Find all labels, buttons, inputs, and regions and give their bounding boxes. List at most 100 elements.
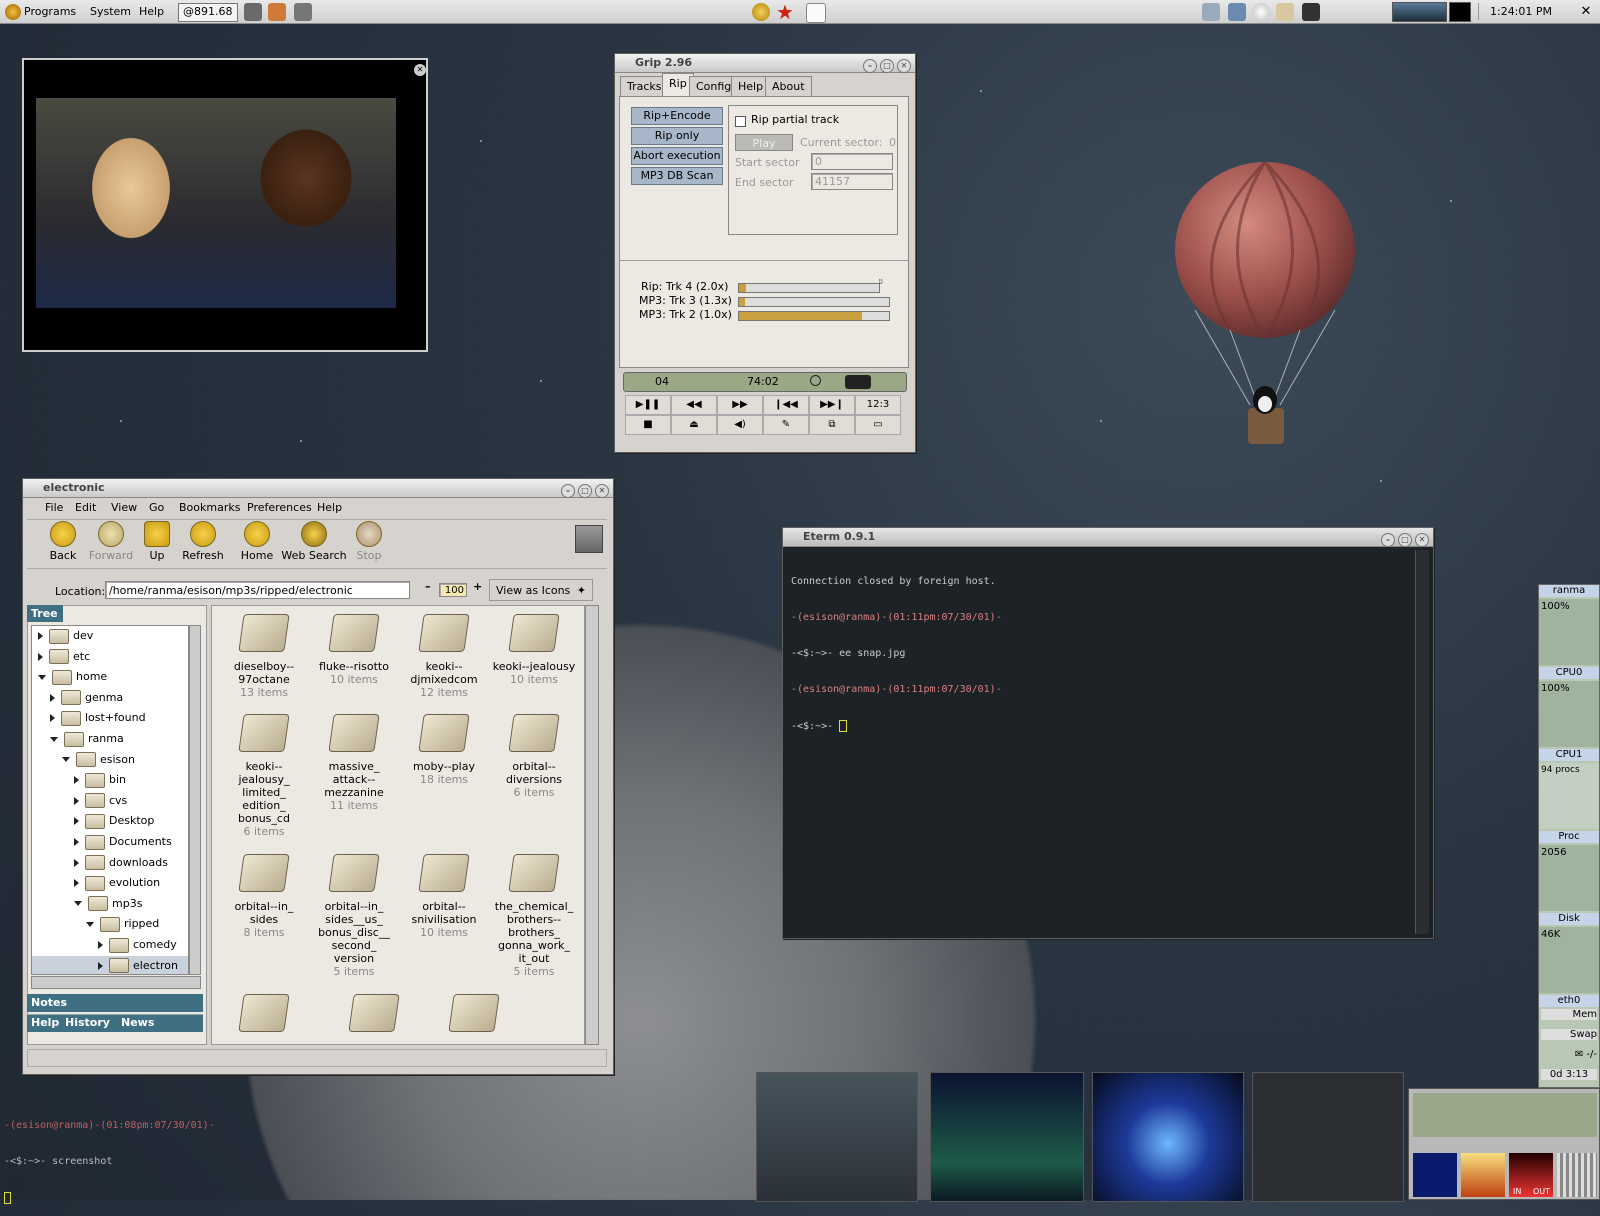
maximize-icon[interactable]: □ xyxy=(578,484,592,498)
clock-tray-icon[interactable] xyxy=(1276,3,1294,21)
folder-item[interactable] xyxy=(428,994,520,1040)
desktop-terminal[interactable]: -(esison@ranma)-(01:08pm:07/30/01)- -<$:… xyxy=(4,1096,304,1204)
prev-track-button[interactable]: ❙◀◀ xyxy=(763,395,809,415)
pager-workspace-2[interactable] xyxy=(1449,2,1471,22)
tree-item[interactable]: etc xyxy=(32,647,90,667)
menu-system[interactable]: System xyxy=(90,3,131,20)
tree-item[interactable]: dev xyxy=(32,626,93,646)
rewind-button[interactable]: ◀◀ xyxy=(671,395,717,415)
zoom-out-button[interactable]: – xyxy=(425,580,431,593)
tree-item[interactable]: comedy xyxy=(32,935,177,955)
workspace-thumb-2[interactable] xyxy=(930,1072,1084,1202)
folder-item[interactable]: massive_ attack-- mezzanine 11 items xyxy=(308,714,400,812)
abort-execution-button[interactable]: Abort execution xyxy=(631,147,723,165)
tree-item[interactable]: ranma xyxy=(32,729,124,749)
gimp-launcher-icon[interactable] xyxy=(294,3,312,21)
history-tab[interactable]: History xyxy=(65,1014,110,1032)
collapsed-arrow-icon[interactable] xyxy=(74,817,79,826)
tree-item[interactable]: evolution xyxy=(32,873,160,893)
tree-item[interactable]: cvs xyxy=(32,791,127,811)
stop-button[interactable]: ■ xyxy=(625,415,671,435)
view-as-dropdown[interactable]: View as Icons ✦ xyxy=(489,579,593,601)
rip-partial-checkbox[interactable] xyxy=(735,116,746,127)
tree-item[interactable]: downloads xyxy=(32,853,168,873)
tree-item[interactable]: esison xyxy=(32,750,135,770)
nautilus-titlebar[interactable]: electronic – □ ✕ xyxy=(23,479,613,498)
workspace-thumb-3[interactable] xyxy=(1092,1072,1244,1202)
menu-programs[interactable]: Programs xyxy=(24,3,76,20)
notes-tab[interactable]: Notes xyxy=(27,994,203,1012)
paint-launcher-icon[interactable] xyxy=(268,3,286,21)
swatch-time[interactable]: @891.68 xyxy=(178,3,238,22)
start-sector-field[interactable]: 0 xyxy=(811,153,893,170)
eject-button[interactable]: ⏏ xyxy=(671,415,717,435)
grid-icon[interactable] xyxy=(845,375,871,389)
folder-item[interactable]: keoki-- djmixedcom 12 items xyxy=(398,614,490,699)
stop-button[interactable]: Stop xyxy=(341,521,397,562)
panel-clock[interactable]: 1:24:01 PM xyxy=(1478,3,1563,20)
tree-item[interactable]: ripped xyxy=(32,914,159,934)
mp3-db-scan-button[interactable]: MP3 DB Scan xyxy=(631,167,723,185)
grip-titlebar[interactable]: Grip 2.96 – □ ✕ xyxy=(615,54,915,73)
tree-scrollbar[interactable] xyxy=(189,625,201,975)
pager-workspace-1[interactable] xyxy=(1392,2,1447,22)
folder-item[interactable]: orbital--in_ sides 8 items xyxy=(218,854,310,939)
media-tray-icon[interactable] xyxy=(1302,3,1320,21)
news-tab[interactable]: News xyxy=(121,1014,154,1032)
tree-item[interactable]: genma xyxy=(32,688,123,708)
collapsed-arrow-icon[interactable] xyxy=(74,776,79,785)
close-icon[interactable]: ✕ xyxy=(1415,533,1429,547)
next-track-button[interactable]: ▶▶❙ xyxy=(809,395,855,415)
expanded-arrow-icon[interactable] xyxy=(86,921,94,927)
collapsed-arrow-icon[interactable] xyxy=(98,941,103,949)
collapsed-arrow-icon[interactable] xyxy=(38,652,43,661)
tab-about[interactable]: About xyxy=(765,76,812,97)
collapsed-arrow-icon[interactable] xyxy=(38,632,43,640)
mail-icon[interactable] xyxy=(806,3,826,23)
tree-item[interactable]: electron xyxy=(32,955,188,974)
folder-item[interactable]: the_chemical_ brothers-- brothers_ gonna… xyxy=(488,854,580,978)
menu-file[interactable]: File xyxy=(45,501,63,514)
menu-preferences[interactable]: Preferences xyxy=(247,501,312,514)
tree-item[interactable]: Documents xyxy=(32,832,172,852)
expanded-arrow-icon[interactable] xyxy=(62,757,70,763)
location-input[interactable]: /home/ranma/esison/mp3s/ripped/electroni… xyxy=(105,581,410,599)
collapsed-arrow-icon[interactable] xyxy=(74,838,79,846)
record-icon[interactable] xyxy=(810,375,821,386)
network-tray-icon[interactable] xyxy=(1228,3,1246,21)
tree-item[interactable]: Desktop xyxy=(32,811,154,831)
workspace-thumb-1[interactable] xyxy=(756,1072,918,1202)
zoom-level[interactable]: 100 xyxy=(439,583,467,597)
rip-encode-button[interactable]: Rip+Encode xyxy=(631,107,723,125)
tree-item[interactable]: home xyxy=(32,667,107,687)
close-icon[interactable]: ✕ xyxy=(595,484,609,498)
expanded-arrow-icon[interactable] xyxy=(74,901,82,907)
collapsed-arrow-icon[interactable] xyxy=(50,693,55,702)
minimize-icon[interactable]: – xyxy=(863,59,877,73)
terminal-output[interactable]: Connection closed by foreign host. -(esi… xyxy=(791,552,1401,922)
tree-item[interactable]: lost+found xyxy=(32,708,146,728)
play-pause-button[interactable]: ▶❚❚ xyxy=(625,395,671,415)
tree-item[interactable]: mp3s xyxy=(32,894,142,914)
folder-item[interactable]: moby--play 18 items xyxy=(398,714,490,786)
folder-item[interactable]: keoki--jealousy 10 items xyxy=(488,614,580,686)
refresh-button[interactable]: Refresh xyxy=(175,521,231,562)
collapsed-arrow-icon[interactable] xyxy=(74,858,79,867)
notes-tray-icon[interactable] xyxy=(1202,3,1220,21)
menu-bookmarks[interactable]: Bookmarks xyxy=(179,501,240,514)
toggle-view-button[interactable]: ⧉ xyxy=(809,415,855,435)
panel-close-icon[interactable]: ✕ xyxy=(1578,4,1594,20)
folder-item[interactable] xyxy=(218,994,310,1040)
tree-tab[interactable]: Tree xyxy=(27,605,63,622)
workspace-thumb-4[interactable] xyxy=(1252,1072,1404,1202)
close-icon[interactable]: ✕ xyxy=(414,64,426,76)
tree-item[interactable]: bin xyxy=(32,770,126,790)
end-sector-field[interactable]: 41157 xyxy=(811,173,893,190)
menu-help[interactable]: Help xyxy=(139,3,164,20)
counter-button[interactable]: 12:3 xyxy=(855,395,901,415)
rip-only-button[interactable]: Rip only xyxy=(631,127,723,145)
maximize-icon[interactable]: □ xyxy=(1398,533,1412,547)
web-search-button[interactable]: Web Search xyxy=(281,521,347,562)
minimize-icon[interactable]: – xyxy=(1381,533,1395,547)
folder-item[interactable]: orbital--in_ sides__us_ bonus_disc__ sec… xyxy=(308,854,400,978)
